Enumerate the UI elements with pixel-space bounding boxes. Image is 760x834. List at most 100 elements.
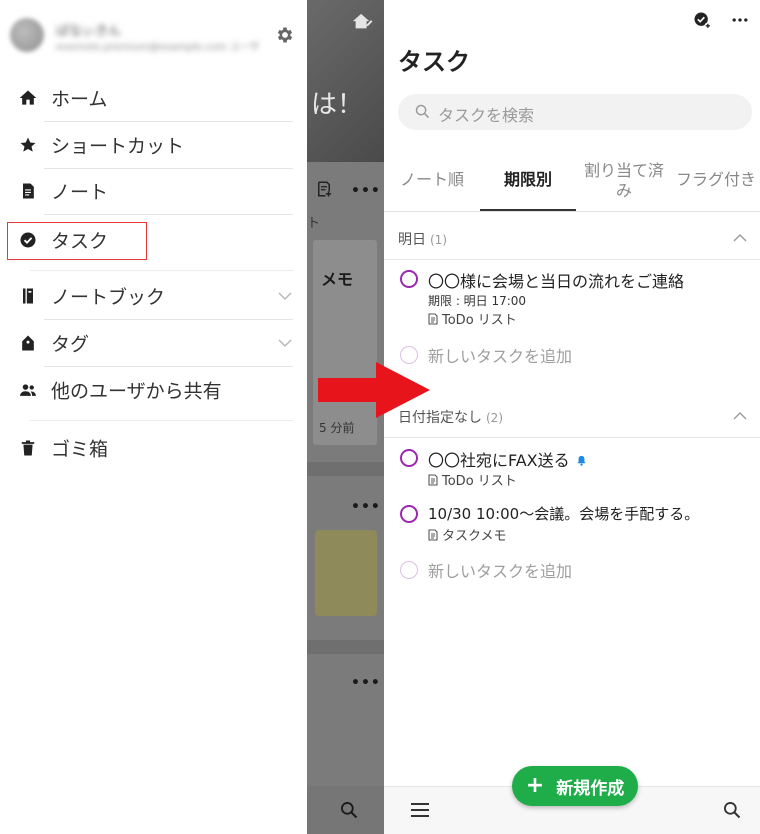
task-item[interactable]: 〇〇社宛にFAX送る ToDo リスト <box>384 447 760 489</box>
section-title: 明日 (1) <box>398 229 447 249</box>
sidebar-item-shared[interactable]: 他のユーザから共有 <box>0 367 307 413</box>
more-icon: ••• <box>351 183 381 199</box>
notebook-icon <box>23 288 33 304</box>
note-icon <box>428 474 438 486</box>
add-task-label: 新しいタスクを追加 <box>428 347 573 366</box>
sidebar-item-label: ショートカット <box>51 135 185 158</box>
star-icon <box>20 137 36 152</box>
task-title: 〇〇様に会場と当日の流れをご連絡 <box>428 272 685 291</box>
sidebar-item-home[interactable]: ホーム <box>0 75 307 121</box>
account-header[interactable]: ぱなぃきん evernote.premium@example.com ユーザ <box>10 18 300 54</box>
task-checkbox[interactable] <box>400 270 418 288</box>
section-header-tomorrow[interactable]: 明日 (1) <box>384 216 760 260</box>
more-icon: ••• <box>351 499 381 515</box>
tab-bar: ノート順 期限別 割り当て済み フラグ付き <box>384 148 760 212</box>
task-title: 10/30 10:00〜会議。会場を手配する。 <box>428 505 700 523</box>
search-icon[interactable] <box>722 800 742 820</box>
new-button-label: 新規作成 <box>556 778 625 799</box>
task-checkbox[interactable] <box>400 505 418 523</box>
sidebar-item-tags[interactable]: タグ <box>0 320 307 366</box>
sidebar-item-label: ノート <box>51 181 109 204</box>
new-task-icon[interactable] <box>692 10 712 30</box>
task-due-date: 期限 : 明日 17:00 <box>428 294 527 308</box>
active-tab-indicator <box>480 209 576 211</box>
search-input[interactable]: タスクを検索 <box>398 94 752 130</box>
section-count: (2) <box>486 411 503 425</box>
chevron-up-icon[interactable] <box>732 408 748 424</box>
note-icon <box>23 183 34 199</box>
tab-due-date[interactable]: 期限別 <box>480 148 576 212</box>
more-options-icon[interactable] <box>730 10 750 30</box>
tasks-panel: タスク タスクを検索 ノート順 期限別 割り当て済み フラグ付き 明日 (1) 〇… <box>384 0 760 834</box>
search-icon <box>415 104 430 119</box>
arrow-annotation-icon <box>318 362 430 418</box>
highlight-box <box>7 222 147 260</box>
sidebar-item-notebooks[interactable]: ノートブック <box>0 273 307 319</box>
chevron-down-icon[interactable] <box>277 335 293 351</box>
sidebar-item-shortcuts[interactable]: ショートカット <box>0 122 307 168</box>
task-note-link[interactable]: ToDo リスト <box>428 309 517 328</box>
avatar <box>10 18 44 52</box>
search-placeholder: タスクを検索 <box>438 106 535 125</box>
add-task-label: 新しいタスクを追加 <box>428 562 573 581</box>
task-checkbox[interactable] <box>400 449 418 467</box>
tab-assigned[interactable]: 割り当て済み <box>580 148 668 212</box>
sidebar-item-label: タグ <box>51 333 90 356</box>
more-icon: ••• <box>351 675 381 691</box>
tag-icon <box>22 335 34 351</box>
divider <box>44 214 293 215</box>
account-name: ぱなぃきん <box>56 24 122 39</box>
task-title: 〇〇社宛にFAX送る <box>428 447 587 471</box>
divider <box>30 270 293 271</box>
sidebar-item-trash[interactable]: ゴミ箱 <box>0 425 307 471</box>
task-item[interactable]: 10/30 10:00〜会議。会場を手配する。 タスクメモ <box>384 503 760 545</box>
add-task-circle-icon <box>400 561 418 579</box>
divider <box>307 640 384 654</box>
page-title: タスク <box>398 48 470 76</box>
add-task-button[interactable]: 新しいタスクを追加 <box>384 343 760 367</box>
divider <box>30 420 293 421</box>
tab-label: 割り当て済み <box>583 161 664 200</box>
new-note-icon <box>318 181 332 197</box>
task-note-link[interactable]: ToDo リスト <box>428 470 517 489</box>
section-title-text: 明日 <box>398 232 426 248</box>
photo-caption: は！ <box>311 90 364 120</box>
divider <box>307 462 384 476</box>
note-thumbnail <box>315 530 377 616</box>
home-icon <box>19 90 37 105</box>
add-task-button[interactable]: 新しいタスクを追加 <box>384 558 760 582</box>
people-icon <box>20 384 36 396</box>
sidebar-item-label: ノートブック <box>51 286 166 309</box>
sidebar-item-label: ホーム <box>51 88 108 111</box>
plus-icon: + <box>525 773 545 798</box>
gear-icon[interactable] <box>275 25 295 45</box>
home-edit-icon <box>352 13 373 29</box>
tab-note-order[interactable]: ノート順 <box>384 148 480 212</box>
section-count: (1) <box>430 233 447 247</box>
account-email: evernote.premium@example.com ユーザ <box>56 42 260 53</box>
section-fragment: ト <box>307 216 321 231</box>
menu-icon[interactable] <box>410 801 430 819</box>
note-icon <box>428 313 438 325</box>
task-title-text: 〇〇社宛にFAX送る <box>428 451 570 470</box>
task-note-name: ToDo リスト <box>442 474 517 489</box>
sidebar-item-notes[interactable]: ノート <box>0 168 307 214</box>
note-card-title: メモ <box>321 270 354 289</box>
sidebar-item-label: 他のユーザから共有 <box>51 380 222 403</box>
chevron-up-icon[interactable] <box>732 230 748 246</box>
new-button[interactable]: + 新規作成 <box>512 766 638 806</box>
note-icon <box>428 529 438 541</box>
section-header-no-date[interactable]: 日付指定なし (2) <box>384 394 760 438</box>
sidebar-item-label: ゴミ箱 <box>51 438 109 461</box>
task-note-link[interactable]: タスクメモ <box>428 525 506 544</box>
bell-icon <box>577 455 586 466</box>
search-icon <box>341 802 358 819</box>
task-item[interactable]: 〇〇様に会場と当日の流れをご連絡 期限 : 明日 17:00 ToDo リスト <box>384 268 760 330</box>
note-card-time: 5 分前 <box>319 421 355 435</box>
task-note-name: タスクメモ <box>442 529 507 544</box>
navigation-drawer: ぱなぃきん evernote.premium@example.com ユーザ ホ… <box>0 0 307 834</box>
chevron-down-icon[interactable] <box>277 288 293 304</box>
tab-flagged[interactable]: フラグ付き <box>676 148 760 212</box>
trash-icon <box>21 440 35 456</box>
task-note-name: ToDo リスト <box>442 313 517 328</box>
